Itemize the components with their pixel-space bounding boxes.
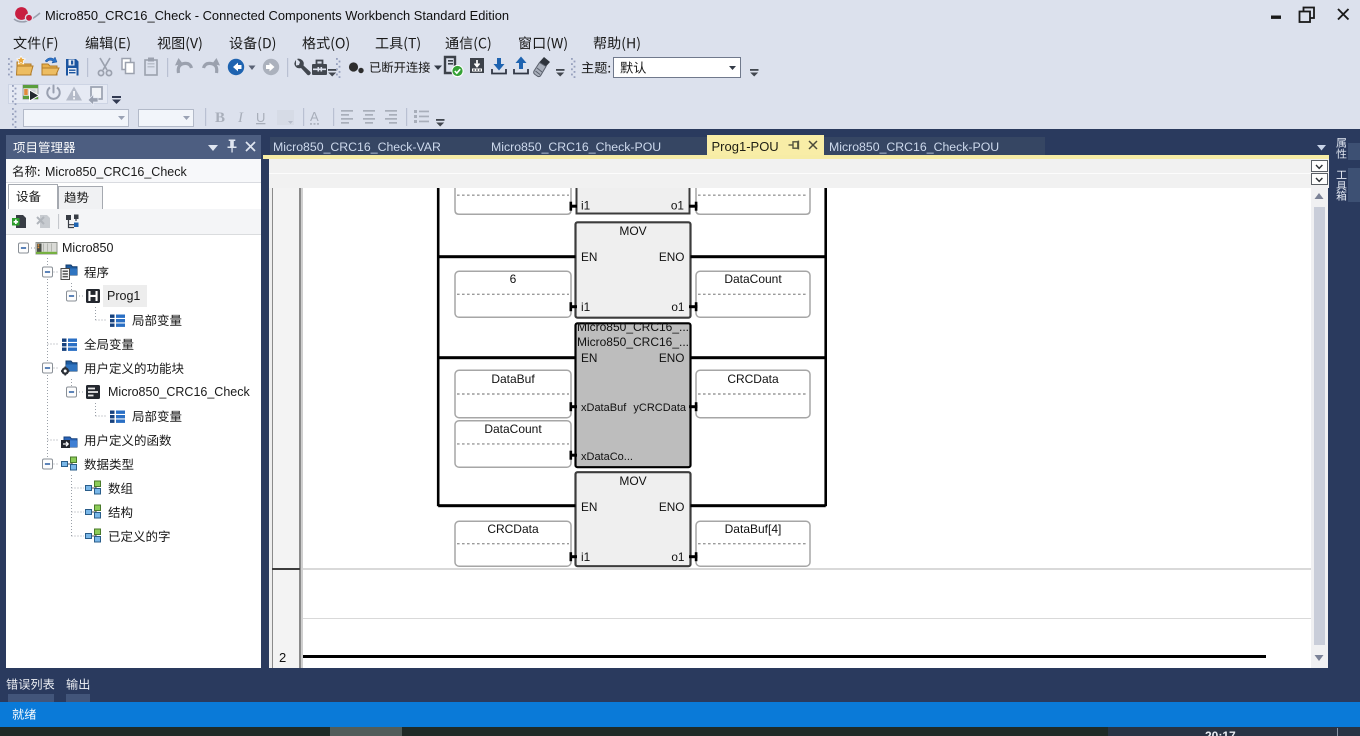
svg-text:o1: o1 xyxy=(671,550,684,564)
svg-text:B: B xyxy=(215,110,225,126)
svg-text:i1: i1 xyxy=(581,550,590,564)
svg-text:Micro850_CRC16_...: Micro850_CRC16_... xyxy=(577,335,689,349)
svg-text:Micro850_CRC16_...: Micro850_CRC16_... xyxy=(577,320,689,334)
svg-text:o1: o1 xyxy=(671,199,684,213)
svg-text:DataBuf: DataBuf xyxy=(491,372,535,386)
svg-text:xDataCo...: xDataCo... xyxy=(581,451,633,463)
svg-text:ENO: ENO xyxy=(659,500,685,514)
svg-text:6: 6 xyxy=(510,272,517,286)
svg-text:MOV: MOV xyxy=(619,224,646,238)
svg-text:i1: i1 xyxy=(581,199,590,213)
svg-text:U: U xyxy=(256,110,265,125)
svg-text:DataBuf[4]: DataBuf[4] xyxy=(725,522,782,536)
svg-text:yCRCData: yCRCData xyxy=(633,402,686,414)
svg-text:MOV: MOV xyxy=(619,474,646,488)
svg-text:ENO: ENO xyxy=(659,250,685,264)
svg-text:A: A xyxy=(310,109,319,124)
svg-text:EN: EN xyxy=(581,250,597,264)
svg-text:o1: o1 xyxy=(671,300,684,314)
svg-text:I: I xyxy=(237,110,244,126)
svg-text:EN: EN xyxy=(581,500,597,514)
svg-text:i1: i1 xyxy=(581,300,590,314)
svg-text:EN: EN xyxy=(581,351,597,365)
svg-text:DataCount: DataCount xyxy=(724,272,782,286)
svg-text:DataCount: DataCount xyxy=(484,422,542,436)
svg-text:CRCData: CRCData xyxy=(727,372,779,386)
svg-text:CRCData: CRCData xyxy=(487,522,539,536)
svg-text:ENO: ENO xyxy=(659,351,685,365)
svg-text:xDataBuf: xDataBuf xyxy=(581,402,627,414)
